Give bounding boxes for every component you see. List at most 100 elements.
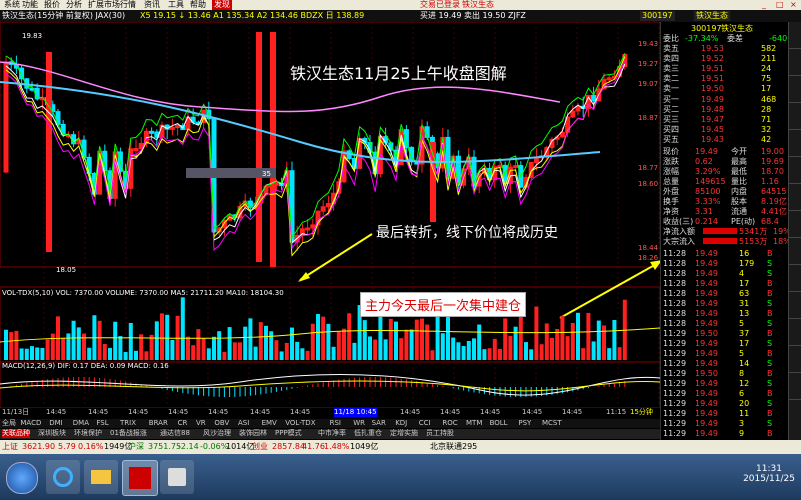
tick-side: B <box>767 249 773 258</box>
indicator-tab[interactable]: BOLL <box>490 419 508 428</box>
stock-app-icon[interactable] <box>122 460 158 496</box>
board-tab[interactable]: 通达信88 <box>160 429 190 438</box>
maximize-icon[interactable]: □ <box>776 0 784 10</box>
ask-price[interactable]: 19.51 <box>701 64 724 73</box>
board-tab[interactable]: 低扎重仓 <box>354 429 382 438</box>
start-button[interactable] <box>6 462 38 494</box>
bid-price[interactable]: 19.45 <box>701 125 724 134</box>
indicator-tab[interactable]: MCST <box>542 419 562 428</box>
folder-icon[interactable] <box>84 460 118 494</box>
side-tab[interactable] <box>789 130 801 157</box>
board-tab[interactable]: PPP模式 <box>275 429 302 438</box>
side-tab[interactable] <box>789 319 801 346</box>
minimize-icon[interactable]: _ <box>762 0 766 10</box>
chart-area[interactable]: 19.83 18.05 35 VOL-TDX(5,10) VOL: 7370.0… <box>0 22 660 430</box>
bid-price[interactable]: 19.49 <box>701 95 724 104</box>
app-icon[interactable] <box>160 460 194 494</box>
ask-price[interactable]: 19.52 <box>701 54 724 63</box>
side-tab[interactable] <box>789 157 801 184</box>
board-tab[interactable]: 风沙治理 <box>203 429 231 438</box>
panel-row: 11:28 19.49 13 B <box>661 309 789 318</box>
indicator-tab[interactable]: DMI <box>49 419 63 428</box>
panel-row: 卖一 19.50 17 <box>661 84 789 93</box>
price-scale-label: 18.77 <box>638 164 659 172</box>
tick-side: S <box>767 399 773 408</box>
clock[interactable]: 11:31 2015/11/25 <box>740 464 798 484</box>
indicator-tab[interactable]: TRIX <box>120 419 136 428</box>
side-tab[interactable] <box>789 292 801 319</box>
indicator-tab[interactable]: OBV <box>214 419 229 428</box>
ask-label: 卖四 <box>663 54 679 63</box>
ask-price[interactable]: 19.51 <box>701 74 724 83</box>
indicator-tab[interactable]: KDJ <box>395 419 407 428</box>
indicator-tab[interactable]: EMV <box>262 419 277 428</box>
menu-function[interactable]: 功能 <box>22 0 38 10</box>
stock-name-link[interactable]: 铁汉生态 <box>462 0 494 10</box>
bid-price[interactable]: 19.43 <box>701 135 724 144</box>
ask-price[interactable]: 19.53 <box>701 44 724 53</box>
board-tab[interactable]: 关联品种 <box>2 429 30 438</box>
indicator-tab[interactable]: FSL <box>96 419 108 428</box>
volume-bar <box>123 351 128 360</box>
bid-price[interactable]: 19.48 <box>701 105 724 114</box>
menu-discover[interactable]: 发现 <box>212 0 232 10</box>
volume-bar <box>232 342 237 360</box>
menu-analysis[interactable]: 分析 <box>66 0 82 10</box>
indicator-tab[interactable]: BRAR <box>149 419 168 428</box>
tick-side: S <box>767 259 773 268</box>
side-tab[interactable] <box>789 49 801 76</box>
side-tab[interactable] <box>789 346 801 373</box>
menu-market[interactable]: 扩展市场行情 <box>88 0 136 10</box>
side-tab[interactable] <box>789 184 801 211</box>
menu-system[interactable]: 系统 <box>4 0 20 10</box>
indicator-tab[interactable]: VOL-TDX <box>285 419 315 428</box>
price-scale-label: 19.27 <box>638 60 659 68</box>
indicator-tab[interactable]: WR <box>353 419 365 428</box>
indicator-tab[interactable]: VR <box>196 419 206 428</box>
board-tab[interactable]: 深圳板块 <box>38 429 66 438</box>
period-label[interactable]: 15分钟 <box>630 408 653 417</box>
ask-price[interactable]: 19.50 <box>701 84 724 93</box>
volume-bar <box>409 329 414 360</box>
indicator-tab[interactable]: ASI <box>238 419 249 428</box>
volume-bar <box>87 347 92 360</box>
indicator-tab[interactable]: SAR <box>372 419 386 428</box>
volume-bar <box>222 351 227 360</box>
side-tab[interactable] <box>789 211 801 238</box>
indicator-tab[interactable]: MACD <box>20 419 41 428</box>
side-tab[interactable] <box>789 22 801 49</box>
menu-news[interactable]: 资讯 <box>144 0 160 10</box>
board-tab[interactable]: 定增实施 <box>390 429 418 438</box>
menu-quote[interactable]: 报价 <box>44 0 60 10</box>
bid-price[interactable]: 19.47 <box>701 115 724 124</box>
board-tab[interactable]: 中市净率 <box>318 429 346 438</box>
indicator-tab[interactable]: CR <box>178 419 188 428</box>
side-tab[interactable] <box>789 238 801 265</box>
side-tab[interactable] <box>789 265 801 292</box>
volume-bar <box>331 346 336 360</box>
volume-bar <box>19 348 24 360</box>
close-icon[interactable]: × <box>790 0 797 10</box>
indicator-tab[interactable]: PSY <box>518 419 531 428</box>
indicator-tab[interactable]: RSI <box>330 419 341 428</box>
side-tab[interactable] <box>789 103 801 130</box>
volume-bar <box>180 297 185 360</box>
indicator-tab[interactable]: MTM <box>466 419 482 428</box>
ie-icon[interactable] <box>46 460 80 494</box>
side-tab[interactable] <box>789 373 801 400</box>
menu-tools[interactable]: 工具 <box>168 0 184 10</box>
side-tab[interactable] <box>789 76 801 103</box>
panel-side-tabs[interactable] <box>788 22 801 460</box>
tick-price: 19.49 <box>695 319 718 328</box>
board-tab[interactable]: 装饰园林 <box>239 429 267 438</box>
indicator-tab[interactable]: CCI <box>419 419 431 428</box>
indicator-tab[interactable]: 全局 <box>2 419 16 428</box>
trade-login-link[interactable]: 交易已登录 <box>420 0 460 10</box>
indicator-tab[interactable]: ROC <box>442 419 457 428</box>
board-tab[interactable]: 01备战报涨 <box>110 429 147 438</box>
time-label: 14:45 <box>88 408 109 416</box>
board-tab[interactable]: 环境保护 <box>74 429 102 438</box>
menu-help[interactable]: 帮助 <box>190 0 206 10</box>
indicator-tab[interactable]: DMA <box>73 419 89 428</box>
board-tab[interactable]: 员工持股 <box>426 429 454 438</box>
